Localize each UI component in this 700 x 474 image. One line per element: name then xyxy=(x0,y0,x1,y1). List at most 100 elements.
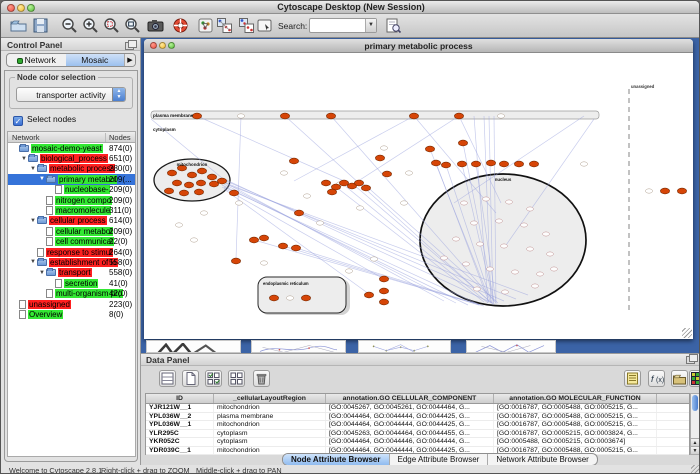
network-thumbnail[interactable] xyxy=(251,340,346,353)
network-thumbnail[interactable] xyxy=(146,340,241,353)
graph-node-selected[interactable] xyxy=(457,161,466,167)
graph-node-selected[interactable] xyxy=(425,146,434,152)
graph-node-selected[interactable] xyxy=(409,113,418,119)
expander-icon[interactable]: ▼ xyxy=(29,166,37,172)
tree-row[interactable]: mosaic-demo-yeast874(0) xyxy=(8,143,135,153)
network-canvas[interactable]: plasma membrane cytoplasm mitochondrion … xyxy=(144,53,693,338)
network-thumbnail[interactable] xyxy=(466,340,556,353)
new-attribute-icon[interactable] xyxy=(182,370,199,387)
graph-node-selected[interactable] xyxy=(677,188,686,194)
graph-node-selected[interactable] xyxy=(187,172,196,178)
graph-node-selected[interactable] xyxy=(167,170,176,176)
float-panel-icon[interactable] xyxy=(125,42,134,50)
table-cell[interactable]: YJR121W__1 xyxy=(146,404,214,412)
graph-node-unselected[interactable] xyxy=(356,206,363,210)
table-cell[interactable]: cytoplasm xyxy=(214,430,326,438)
graph-node-selected[interactable] xyxy=(192,113,201,119)
tree-row-label[interactable]: unassigned xyxy=(28,300,71,309)
scrollbar-thumb[interactable] xyxy=(692,395,698,411)
graph-node-selected[interactable] xyxy=(196,180,205,186)
graph-node-unselected[interactable] xyxy=(260,261,267,265)
graph-node-selected[interactable] xyxy=(217,178,226,184)
tab-network-attribute-browser[interactable]: Network Attribute Browser xyxy=(488,454,596,465)
graph-node-nucleus[interactable] xyxy=(463,262,470,266)
attribute-table-header[interactable]: ID _cellularLayoutRegion annotation.GO C… xyxy=(146,394,689,404)
graph-node-selected[interactable] xyxy=(454,113,463,119)
table-cell[interactable]: YLR295C xyxy=(146,430,214,438)
tab-mosaic[interactable]: Mosaic xyxy=(66,54,125,66)
select-attributes-icon[interactable] xyxy=(159,370,176,387)
scroll-up-icon[interactable]: ▲ xyxy=(691,438,699,446)
tree-row-label[interactable]: nucleobase- xyxy=(64,185,110,194)
graph-node-selected[interactable] xyxy=(514,161,523,167)
select-nodes-checkbox[interactable]: ✓ xyxy=(13,116,23,126)
graph-node-nucleus[interactable] xyxy=(441,256,448,260)
tree-row-label[interactable]: response to stimul xyxy=(46,248,113,257)
graph-node-nucleus[interactable] xyxy=(543,232,550,236)
graph-node-nucleus[interactable] xyxy=(527,247,534,251)
table-cell[interactable]: [GO:0045267, GO:0045261, GO:0044464, G..… xyxy=(326,404,494,412)
table-row[interactable]: YPL036W__2plasma membrane[GO:0044464, GO… xyxy=(146,413,689,422)
graph-node-nucleus[interactable] xyxy=(537,272,544,276)
table-cell[interactable]: mitochondrion xyxy=(214,421,326,429)
save-icon[interactable] xyxy=(32,17,49,34)
attribute-list-icon[interactable] xyxy=(624,370,641,387)
tree-row-label[interactable]: nitrogen compo xyxy=(55,196,112,205)
table-cell[interactable]: [GO:0044464, GO:0044444, GO:0044425, G..… xyxy=(326,413,494,421)
graph-node-selected[interactable] xyxy=(361,185,370,191)
network-view-frame[interactable]: primary metabolic process plasma membran… xyxy=(144,39,693,339)
zoom-selected-icon[interactable] xyxy=(103,17,120,34)
graph-node-nucleus[interactable] xyxy=(461,201,468,205)
graph-node-selected[interactable] xyxy=(486,160,495,166)
graph-node-selected[interactable] xyxy=(231,258,240,264)
heatmap-icon[interactable] xyxy=(689,370,700,387)
graph-node-nucleus[interactable] xyxy=(506,200,513,204)
graph-node-nucleus[interactable] xyxy=(477,242,484,246)
zoom-fit-icon[interactable] xyxy=(124,17,141,34)
graph-node-unselected[interactable] xyxy=(380,146,387,150)
graph-node-unselected[interactable] xyxy=(405,171,412,175)
graph-edge[interactable] xyxy=(294,116,414,181)
tab-overflow-arrow-icon[interactable]: ▶ xyxy=(124,54,135,66)
open-icon[interactable] xyxy=(10,17,27,34)
tree-row[interactable]: macromolecule311(0) xyxy=(8,205,135,215)
graph-node-selected[interactable] xyxy=(289,158,298,164)
table-cell[interactable]: [GO:0016787, GO:0005488, GO:0005215, G..… xyxy=(494,404,657,412)
annotation-icon[interactable] xyxy=(256,17,273,34)
graph-node-nucleus[interactable] xyxy=(502,290,509,294)
col-molecular-function[interactable]: annotation.GO MOLECULAR_FUNCTION xyxy=(494,394,657,403)
graph-node-unselected[interactable] xyxy=(190,238,197,242)
graph-node-selected[interactable] xyxy=(259,235,268,241)
table-cell[interactable]: [GO:0016787, GO:0005488, GO:0005215, G..… xyxy=(494,413,657,421)
graph-node-nucleus[interactable] xyxy=(512,270,519,274)
tree-row[interactable]: ▼biological_process651(0) xyxy=(8,153,135,163)
col-region[interactable]: _cellularLayoutRegion xyxy=(214,394,326,403)
tree-row[interactable]: multi-organism pro42(0) xyxy=(8,288,135,298)
graph-node-selected[interactable] xyxy=(179,190,188,196)
graph-node-unselected[interactable] xyxy=(237,114,244,118)
table-cell[interactable]: [GO:0044464, GO:0044446, GO:0044444, G..… xyxy=(326,438,494,446)
tree-row[interactable]: cellular metabol209(0) xyxy=(8,226,135,236)
tree-row-label[interactable]: mosaic-demo-yeast xyxy=(31,144,103,153)
graph-node-nucleus[interactable] xyxy=(551,267,558,271)
graph-node-selected[interactable] xyxy=(431,160,440,166)
help-lifering-icon[interactable] xyxy=(172,17,189,34)
graph-node-selected[interactable] xyxy=(269,295,278,301)
graph-node-selected[interactable] xyxy=(197,168,206,174)
import-attributes-icon[interactable] xyxy=(671,370,688,387)
tree-row[interactable]: ▼metabolic process280(0) xyxy=(8,164,135,174)
table-cell[interactable]: [GO:0044464, GO:0044444, GO:0044425, G..… xyxy=(326,421,494,429)
tree-row[interactable]: ▼primary metabol209(... xyxy=(8,174,135,184)
table-cell[interactable]: YPL036W__2 xyxy=(146,413,214,421)
graph-node-selected[interactable] xyxy=(339,180,348,186)
graph-node-selected[interactable] xyxy=(229,190,238,196)
select-all-attributes-icon[interactable] xyxy=(205,370,222,387)
table-row[interactable]: YLR295Ccytoplasm[GO:0045263, GO:0044464,… xyxy=(146,430,689,439)
graph-node-selected[interactable] xyxy=(249,237,258,243)
col-id[interactable]: ID xyxy=(146,394,214,403)
graph-node-nucleus[interactable] xyxy=(483,197,490,201)
graph-node-nucleus[interactable] xyxy=(474,287,481,291)
graph-node-selected[interactable] xyxy=(379,276,388,282)
table-scrollbar[interactable]: ▲ ▼ xyxy=(690,393,700,455)
graph-node-unselected[interactable] xyxy=(580,162,587,166)
